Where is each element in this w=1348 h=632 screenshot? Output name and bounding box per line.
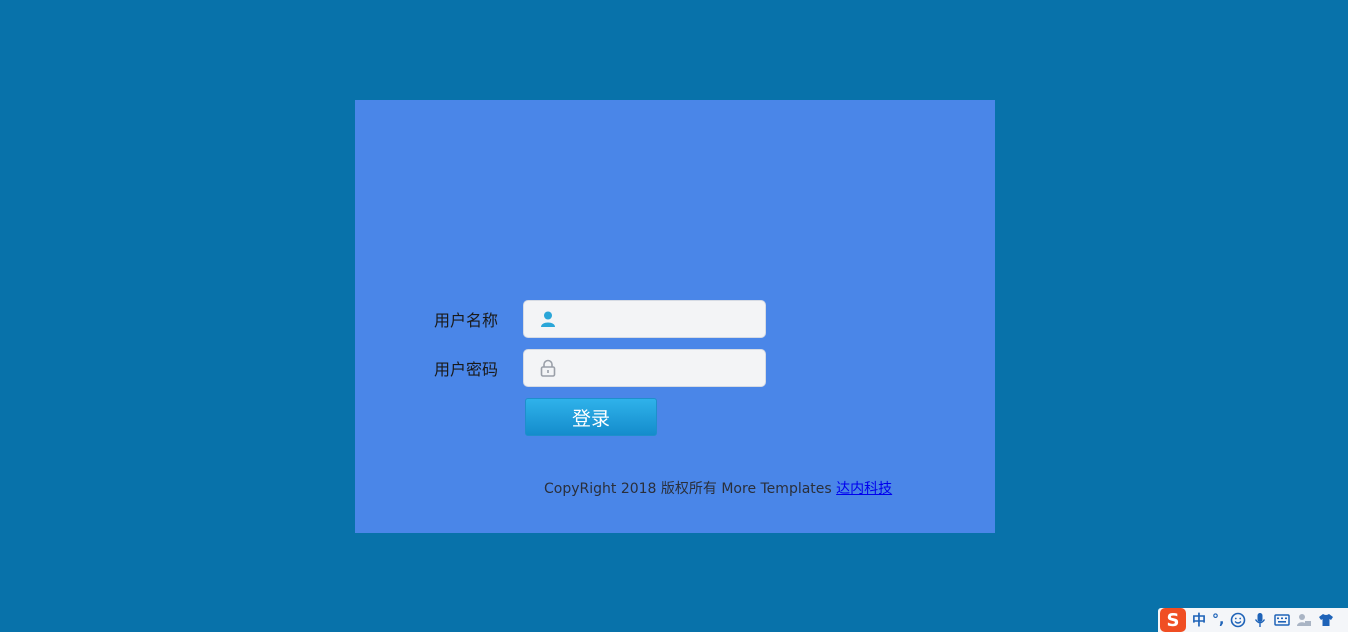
ime-punct-toggle[interactable]: °,	[1212, 612, 1224, 628]
company-link[interactable]: 达内科技	[836, 481, 892, 497]
login-button[interactable]: 登录	[525, 398, 657, 436]
login-panel: 用户名称 用户密码 登录 CopyRight 2018 版权所有 More Te…	[355, 100, 995, 533]
password-input[interactable]	[565, 350, 765, 386]
ime-logo[interactable]: S	[1160, 608, 1186, 632]
username-label: 用户名称	[434, 311, 499, 330]
username-input[interactable]	[565, 301, 765, 337]
password-row: 用户密码	[434, 349, 766, 387]
lock-icon	[540, 359, 556, 377]
skin-icon[interactable]	[1318, 612, 1334, 628]
footer-copyright: CopyRight 2018 版权所有 More Templates 达内科技	[544, 478, 892, 498]
ime-mode-toggle[interactable]: 中	[1192, 610, 1206, 630]
user-icon	[541, 311, 555, 327]
user-icon[interactable]	[1296, 612, 1312, 628]
footer-text: CopyRight 2018 版权所有 More Templates	[544, 481, 837, 497]
username-field[interactable]	[523, 300, 766, 338]
password-label: 用户密码	[434, 360, 499, 379]
smile-icon[interactable]	[1230, 612, 1246, 628]
ime-toolbar: S 中 °,	[1158, 608, 1348, 632]
username-row: 用户名称	[434, 300, 766, 338]
keyboard-icon[interactable]	[1274, 612, 1291, 628]
microphone-icon[interactable]	[1252, 612, 1268, 628]
password-field[interactable]	[523, 349, 766, 387]
